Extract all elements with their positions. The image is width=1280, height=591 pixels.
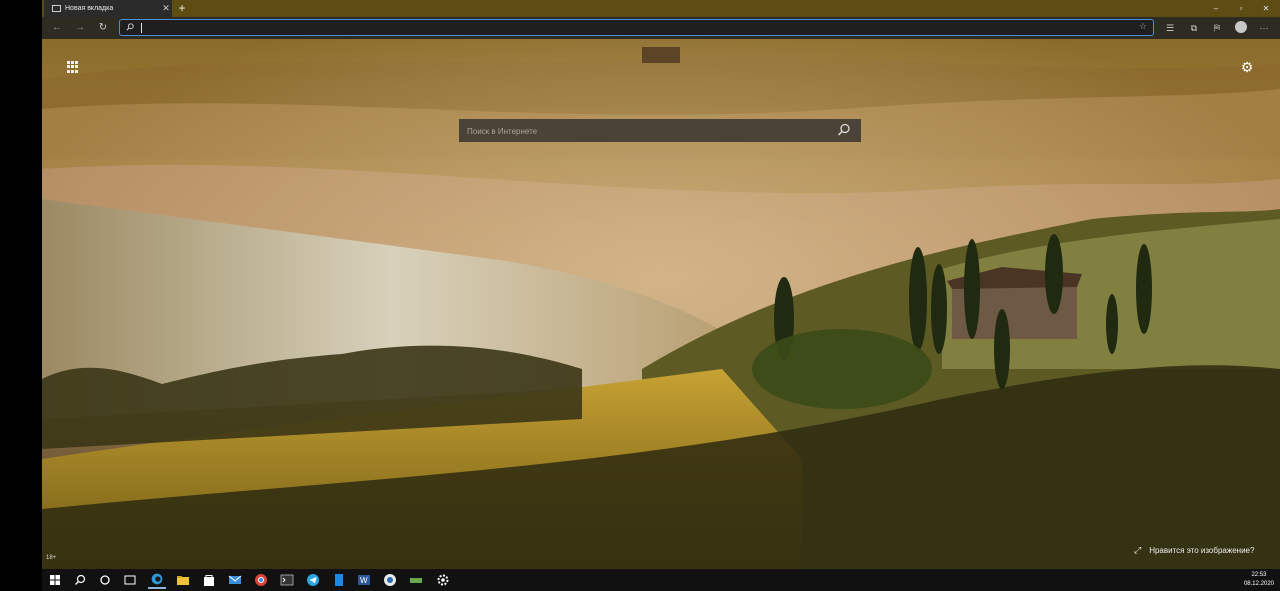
telegram-icon[interactable] — [306, 573, 320, 587]
search-icon — [126, 23, 134, 31]
new-tab-page: ⚙ 18+ ⤢ Нравится это изображение? — [42, 39, 1280, 569]
document-icon[interactable] — [332, 573, 346, 587]
address-input[interactable] — [144, 21, 1108, 36]
tab-page-icon — [52, 5, 61, 12]
apps-launcher-icon[interactable] — [67, 61, 79, 73]
terminal-icon[interactable] — [280, 573, 294, 587]
task-view-icon[interactable] — [123, 573, 137, 587]
image-feedback-link[interactable]: ⤢ Нравится это изображение? — [1134, 545, 1254, 556]
image-feedback-text[interactable]: Нравится это изображение? — [1149, 546, 1254, 555]
system-clock[interactable]: 22:53 08.12.2020 — [1244, 571, 1274, 589]
store-icon[interactable] — [202, 573, 216, 587]
refresh-button[interactable]: ↻ — [95, 20, 111, 36]
svg-text:W: W — [360, 576, 368, 585]
windows-start-icon[interactable] — [48, 573, 62, 587]
address-bar[interactable]: ☆ — [119, 19, 1154, 36]
close-window-button[interactable]: ✕ — [1254, 0, 1278, 17]
edge-browser-icon[interactable] — [148, 571, 166, 589]
web-search-box[interactable] — [459, 119, 861, 142]
search-submit-icon[interactable] — [837, 123, 851, 137]
maximize-button[interactable]: ▫ — [1229, 0, 1253, 17]
tab-bar: Новая вкладка ✕ + – ▫ ✕ — [42, 0, 1280, 17]
clock-date: 08.12.2020 — [1243, 581, 1274, 587]
tab-title: Новая вкладка — [65, 5, 114, 12]
tray-app-icon[interactable] — [409, 573, 423, 587]
reading-list-icon[interactable]: ⛿ — [1210, 21, 1224, 35]
forward-button[interactable]: → — [72, 20, 88, 36]
settings-gear-icon[interactable] — [436, 573, 450, 587]
collections-icon[interactable]: ⧉ — [1187, 21, 1201, 35]
age-rating-badge: 18+ — [46, 555, 57, 561]
file-explorer-icon[interactable] — [176, 573, 190, 587]
text-caret — [141, 23, 142, 33]
browser-toolbar: ← → ↻ ☆ ☰ ⧉ ⛿ ··· — [42, 17, 1280, 39]
web-search-input[interactable] — [465, 123, 829, 140]
search-icon[interactable] — [73, 573, 87, 587]
mail-icon[interactable] — [228, 573, 242, 587]
profile-avatar[interactable] — [1235, 21, 1247, 33]
tab-new-tab[interactable]: Новая вкладка ✕ — [44, 0, 172, 17]
app-circle-icon[interactable] — [383, 573, 397, 587]
word-icon[interactable]: W — [357, 573, 371, 587]
tab-close-icon[interactable]: ✕ — [160, 3, 172, 14]
favorite-star-icon[interactable]: ☆ — [1139, 21, 1147, 32]
favorites-icon[interactable]: ☰ — [1163, 21, 1177, 35]
minimize-button[interactable]: – — [1204, 0, 1228, 17]
browser-window: Новая вкладка ✕ + – ▫ ✕ ← → ↻ ☆ ☰ ⧉ ⛿ ··… — [42, 0, 1280, 591]
chrome-icon[interactable] — [254, 573, 268, 587]
back-button[interactable]: ← — [49, 20, 65, 36]
clock-time: 22:53 — [1251, 572, 1267, 578]
windows-taskbar: W 22:53 08.12.2020 — [42, 569, 1280, 591]
new-tab-button[interactable]: + — [174, 0, 190, 17]
page-settings-icon[interactable]: ⚙ — [1239, 59, 1255, 75]
cortana-icon[interactable] — [98, 573, 112, 587]
expand-icon[interactable]: ⤢ — [1134, 545, 1141, 556]
more-menu-button[interactable]: ··· — [1257, 21, 1271, 35]
